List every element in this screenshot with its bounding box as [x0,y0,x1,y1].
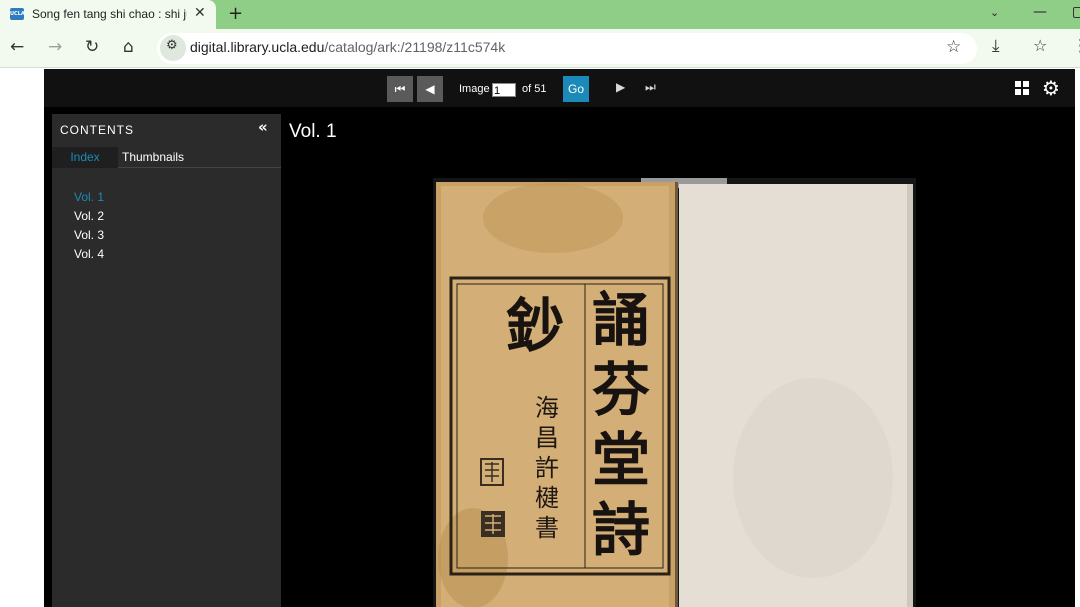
volume-item-3[interactable]: Vol. 3 [74,226,104,245]
title-char-4: 詩 [592,496,650,564]
close-tab-icon[interactable]: ✕ [194,5,206,21]
tab-search-icon[interactable]: ⌄ [990,6,999,19]
go-button[interactable]: Go [563,76,589,102]
image-label: Image [459,83,490,95]
url-host: digital.library.ucla.edu [190,39,325,55]
tabs-divider [118,167,281,168]
url-text[interactable]: digital.library.ucla.edu/catalog/ark:/21… [190,39,505,55]
reading-list-icon[interactable]: ☆ [1033,36,1047,55]
volume-item-2[interactable]: Vol. 2 [74,207,104,226]
maximize-icon[interactable] [1073,7,1080,18]
page-count: of 51 [522,83,547,95]
last-page-icon[interactable]: ⏭ [645,80,656,95]
title-char-3: 堂 [592,426,650,494]
browser-tab[interactable]: UCLA Song fen tang shi chao : shi ju ✕ [0,0,216,29]
volume-list: Vol. 1 Vol. 2 Vol. 3 Vol. 4 [74,188,104,264]
browser-toolbar: ← → ↻ ⌂ ⚙ digital.library.ucla.edu/catal… [0,29,1080,68]
book-scan-image[interactable]: 誦 芬 堂 詩 鈔 海 昌 許 楗 書 [433,178,916,607]
download-icon[interactable]: ⤓ [992,36,1000,56]
tab-index[interactable]: Index [52,147,118,168]
previous-page-button[interactable]: ◀ [417,76,443,102]
author-char-5: 書 [535,514,559,542]
back-icon[interactable]: ← [10,37,24,57]
author-char-4: 楗 [535,484,559,512]
seal-stamp-2 [481,511,505,537]
tune-icon: ⚙ [166,38,178,53]
ucla-favicon-icon: UCLA [10,8,25,20]
side-title-char: 鈔 [506,292,564,360]
tab-title: Song fen tang shi chao : shi ju [32,7,187,21]
tab-thumbnails[interactable]: Thumbnails [122,147,184,168]
volume-item-1[interactable]: Vol. 1 [74,188,104,207]
page-heading: Vol. 1 [289,121,337,142]
site-info-button[interactable]: ⚙ [160,35,186,61]
volume-item-4[interactable]: Vol. 4 [74,245,104,264]
gallery-grid-icon[interactable] [1015,81,1029,95]
bookmark-star-icon[interactable]: ☆ [946,37,961,57]
title-char-2: 芬 [592,356,650,424]
contents-title: CONTENTS [60,123,134,137]
title-char-1: 誦 [592,286,650,354]
settings-gear-icon[interactable]: ⚙ [1042,76,1060,100]
contents-panel: CONTENTS « Index Thumbnails Vol. 1 Vol. … [52,114,281,607]
first-page-button[interactable]: ⏮ [387,76,413,102]
minimize-icon[interactable]: — [1033,4,1047,20]
author-char-2: 昌 [535,424,559,452]
image-number-input[interactable]: 1 [492,83,516,97]
next-page-icon[interactable]: ▶ [616,80,625,94]
menu-icon[interactable]: ⋮ [1072,36,1080,56]
viewer-toolbar: ⏮ ◀ Image 1 of 51 Go ▶ ⏭ ⚙ [44,69,1075,107]
new-tab-button[interactable]: + [228,3,243,24]
url-path: /catalog/ark:/21198/z11c574k [324,39,506,55]
author-char-1: 海 [535,394,559,422]
author-char-3: 許 [535,454,559,482]
collapse-panel-icon[interactable]: « [258,118,268,136]
image-viewer: ⏮ ◀ Image 1 of 51 Go ▶ ⏭ ⚙ CONTENTS « In… [44,69,1075,607]
home-icon[interactable]: ⌂ [123,37,134,57]
forward-icon[interactable]: → [48,37,62,57]
reload-icon[interactable]: ↻ [85,37,99,57]
browser-tab-strip: UCLA Song fen tang shi chao : shi ju ✕ +… [0,0,1080,29]
